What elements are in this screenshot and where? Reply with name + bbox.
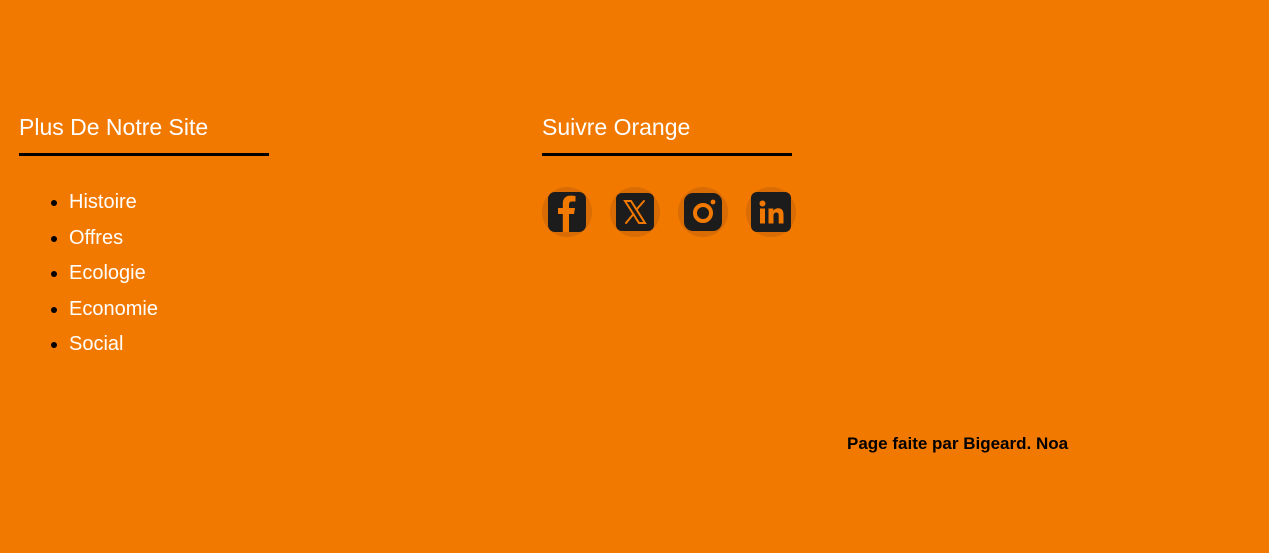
linkedin-icon (751, 192, 791, 232)
site-links-list: Histoire Offres Ecologie Economie Social (19, 185, 269, 363)
link-social[interactable]: Social (69, 333, 123, 355)
list-item: Social (69, 327, 269, 363)
instagram-icon (684, 193, 722, 231)
x-twitter-link[interactable] (610, 187, 660, 237)
page-credit: Page faite par Bigeard. Noa (847, 434, 1069, 453)
site-links-title: Plus De Notre Site (19, 113, 269, 156)
follow-title: Suivre Orange (542, 113, 792, 156)
link-offres[interactable]: Offres (69, 227, 123, 249)
facebook-link[interactable] (542, 187, 592, 237)
link-economie[interactable]: Economie (69, 298, 158, 320)
list-item: Ecologie (69, 256, 269, 292)
instagram-link[interactable] (678, 187, 728, 237)
follow-section: Suivre Orange (542, 113, 796, 237)
x-twitter-icon (616, 193, 654, 231)
link-ecologie[interactable]: Ecologie (69, 262, 146, 284)
list-item: Histoire (69, 185, 269, 221)
list-item: Economie (69, 292, 269, 328)
social-links (542, 187, 796, 237)
list-item: Offres (69, 221, 269, 257)
site-links-section: Plus De Notre Site Histoire Offres Ecolo… (19, 113, 269, 363)
linkedin-link[interactable] (746, 187, 796, 237)
link-histoire[interactable]: Histoire (69, 191, 137, 213)
facebook-icon (548, 192, 586, 232)
